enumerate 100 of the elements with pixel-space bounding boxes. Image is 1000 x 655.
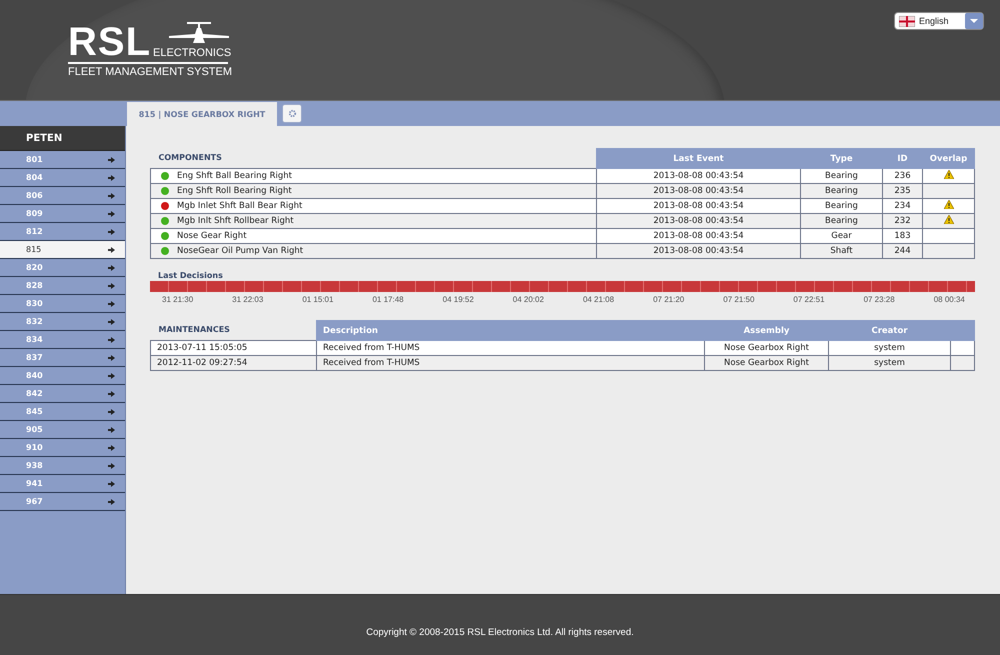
timeline-label: 01 15:01 xyxy=(302,295,334,304)
table-cell: system xyxy=(828,356,950,370)
sidebar-item[interactable]: 837 xyxy=(0,349,125,367)
sidebar-item[interactable]: 832 xyxy=(0,313,125,331)
column-header: ID xyxy=(882,148,922,168)
sidebar-item[interactable]: 830 xyxy=(0,295,125,313)
arrow-icon xyxy=(108,372,115,378)
component-name: NoseGear Oil Pump Van Right xyxy=(177,246,304,256)
sidebar-item[interactable]: 910 xyxy=(0,439,125,457)
table-cell: Nose Gearbox Right xyxy=(704,340,828,356)
table-cell: 2013-08-08 00:43:54 xyxy=(596,214,800,228)
flag-icon xyxy=(899,16,915,26)
table-cell: Received from T-HUMS xyxy=(316,340,704,356)
table-cell: 2013-07-11 15:05:05 xyxy=(150,340,316,356)
arrow-icon xyxy=(108,246,115,252)
table-cell: 236 xyxy=(882,168,922,184)
table-cell: 183 xyxy=(882,228,922,244)
arrow-icon xyxy=(108,210,115,216)
column-header: Assembly xyxy=(704,320,828,340)
sidebar-item[interactable]: 967 xyxy=(0,493,125,511)
arrow-icon xyxy=(108,192,115,198)
arrow-icon xyxy=(108,174,115,180)
column-header: Description xyxy=(316,320,704,340)
table-cell: Gear xyxy=(800,228,882,244)
component-name: Eng Shft Roll Bearing Right xyxy=(177,186,292,196)
sidebar-item[interactable]: 804 xyxy=(0,169,125,187)
settings-button[interactable] xyxy=(282,104,302,123)
airplane-icon xyxy=(167,22,232,44)
arrow-icon xyxy=(108,426,115,432)
sidebar-item[interactable]: 845 xyxy=(0,403,125,421)
sidebar-item[interactable]: 809 xyxy=(0,205,125,223)
table-cell: Bearing xyxy=(800,168,882,184)
sidebar-item[interactable]: 828 xyxy=(0,277,125,295)
sidebar-item[interactable]: 842 xyxy=(0,385,125,403)
table-cell: 2013-08-08 00:43:54 xyxy=(596,228,800,244)
arrow-icon xyxy=(108,228,115,234)
table-cell: 2013-08-08 00:43:54 xyxy=(596,168,800,184)
component-name: Eng Shft Ball Bearing Right xyxy=(177,170,292,181)
timeline-label: 08 00:34 xyxy=(934,295,965,304)
sidebar-item[interactable]: 941 xyxy=(0,475,125,493)
arrow-icon xyxy=(108,282,115,288)
section-title: Last Decisions xyxy=(157,271,224,280)
table-cell: Nose Gearbox Right xyxy=(704,356,828,370)
timeline-label: 04 19:52 xyxy=(442,295,474,304)
timeline-label: 04 21:08 xyxy=(582,295,614,304)
table-cell: 244 xyxy=(882,244,922,258)
arrow-icon xyxy=(108,444,115,450)
table-cell: Bearing xyxy=(800,184,882,198)
tab[interactable]: 815 | NOSE GEARBOX RIGHT xyxy=(127,102,277,126)
timeline-label: 07 23:28 xyxy=(864,295,895,304)
table-cell: 2013-08-08 00:43:54 xyxy=(596,184,800,198)
column-header: Last Event xyxy=(596,148,800,168)
caret-icon xyxy=(965,13,983,29)
language-select[interactable]: English xyxy=(894,12,984,30)
arrow-icon xyxy=(108,408,115,414)
timeline-label: 07 22:51 xyxy=(793,295,825,304)
sidebar-item[interactable]: 815 xyxy=(0,241,125,259)
table-cell: Received from T-HUMS xyxy=(316,356,704,370)
arrow-icon xyxy=(108,318,115,324)
gear-icon xyxy=(288,109,296,118)
timeline-label: 01 17:48 xyxy=(372,295,404,304)
table-cell: 2013-08-08 00:43:54 xyxy=(596,198,800,214)
component-name: Mgb Inlet Shft Ball Bear Right xyxy=(177,200,302,211)
arrow-icon xyxy=(108,300,115,306)
sidebar-item[interactable]: 820 xyxy=(0,259,125,277)
column-header: Overlap xyxy=(922,148,974,168)
section-title: COMPONENTS xyxy=(158,153,222,162)
arrow-icon xyxy=(108,498,115,504)
table-cell: system xyxy=(828,340,950,356)
arrow-icon xyxy=(108,156,115,162)
column-header: Type xyxy=(800,148,882,168)
arrow-icon xyxy=(108,264,115,270)
arrow-icon xyxy=(108,480,115,486)
table-cell: 2012-11-02 09:27:54 xyxy=(150,356,316,370)
timeline-label: 04 20:02 xyxy=(512,295,544,304)
table-cell: Shaft xyxy=(800,244,882,258)
arrow-icon xyxy=(108,336,115,342)
timeline-label: 31 21:30 xyxy=(162,295,194,304)
arrow-icon xyxy=(108,390,115,396)
table-cell: Bearing xyxy=(800,214,882,228)
sidebar-item[interactable]: 840 xyxy=(0,367,125,385)
sidebar-item[interactable]: 938 xyxy=(0,457,125,475)
logo-subtitle: ELECTRONICS xyxy=(153,48,232,59)
table-cell: 235 xyxy=(882,184,922,198)
copyright-text: Copyright © 2008-2015 RSL Electronics Ltd. All rights reserved. xyxy=(366,626,634,638)
sidebar-item[interactable]: 905 xyxy=(0,421,125,439)
sidebar-item[interactable]: 806 xyxy=(0,187,125,205)
table-cell: 2013-08-08 00:43:54 xyxy=(596,244,800,258)
table-cell: 232 xyxy=(882,214,922,228)
table-cell: Bearing xyxy=(800,198,882,214)
timeline-label: 07 21:20 xyxy=(653,295,684,304)
column-header: Creator xyxy=(828,320,950,340)
timeline-label: 07 21:50 xyxy=(723,295,754,304)
section-title: MAINTENANCES xyxy=(158,325,230,334)
arrow-icon xyxy=(108,462,115,468)
sidebar-item[interactable]: 801 xyxy=(0,151,125,169)
component-name: Nose Gear Right xyxy=(177,230,247,241)
timeline-label: 31 22:03 xyxy=(232,295,264,304)
sidebar-item[interactable]: 834 xyxy=(0,331,125,349)
table-cell: 234 xyxy=(882,198,922,214)
